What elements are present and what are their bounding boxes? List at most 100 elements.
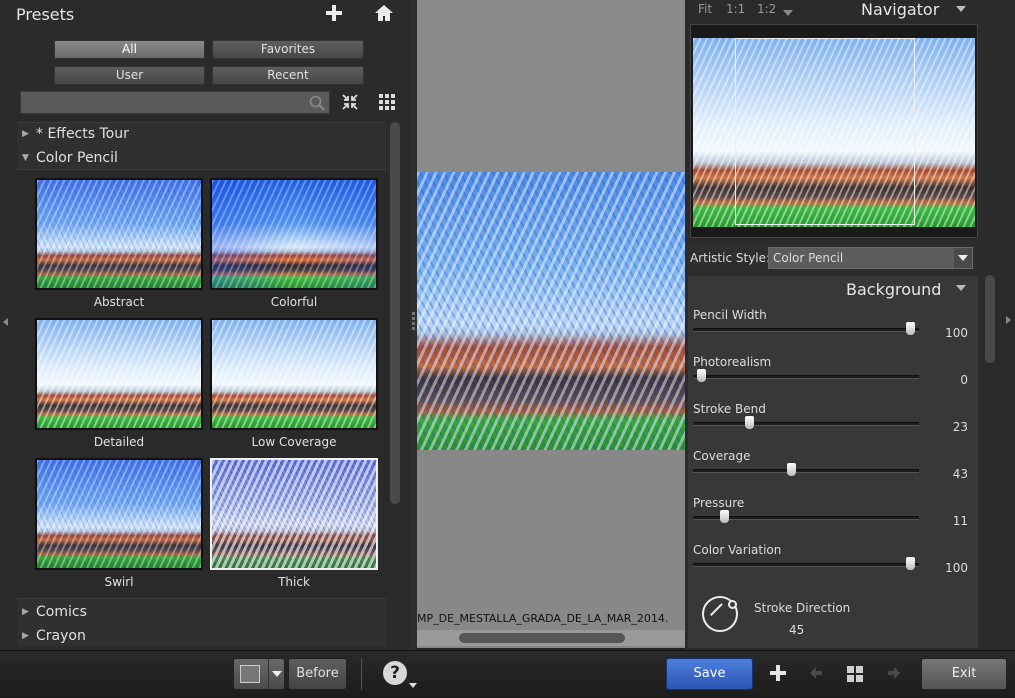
toolbar-divider	[361, 658, 362, 690]
slider-label: Pressure	[693, 496, 745, 510]
slider-track[interactable]	[693, 375, 919, 379]
expand-arrow-icon: ▶	[22, 631, 29, 641]
artistic-style-label: Artistic Style:	[690, 251, 771, 265]
slider-track[interactable]	[693, 422, 919, 426]
tree-item-label: Comics	[36, 604, 87, 620]
preset-thumb-swirl[interactable]: Swirl	[35, 458, 203, 592]
slider-stroke-bend[interactable]: Stroke Bend 23	[692, 402, 972, 448]
preset-caption: Colorful	[270, 295, 318, 309]
canvas-area: MP_DE_MESTALLA_GRADA_DE_LA_MAR_2014.	[417, 0, 685, 648]
navigator-image	[693, 38, 975, 227]
canvas-background	[417, 0, 685, 172]
expand-arrow-icon: ▶	[22, 129, 29, 139]
navigator-preview	[690, 24, 978, 238]
slider-value: 11	[952, 514, 968, 528]
presets-panel: Presets All Favorites User Recent ▶ * Ef…	[0, 0, 410, 650]
slider-label: Color Variation	[693, 543, 782, 557]
preset-thumb-abstract[interactable]: Abstract	[35, 178, 203, 312]
compare-dropdown[interactable]	[268, 659, 284, 689]
add-icon[interactable]	[768, 663, 788, 683]
tiles-icon[interactable]	[846, 665, 864, 683]
presets-scrollbar[interactable]	[388, 122, 402, 647]
zoom-1-2-button[interactable]: 1:2	[757, 2, 776, 16]
add-preset-icon[interactable]	[324, 3, 344, 23]
file-name-label: MP_DE_MESTALLA_GRADA_DE_LA_MAR_2014.	[417, 612, 669, 625]
tree-item-effects-tour[interactable]: ▶ * Effects Tour	[17, 123, 386, 145]
slider-label: Pencil Width	[693, 308, 767, 322]
preset-image	[35, 318, 203, 430]
tree-item-comics[interactable]: ▶ Comics	[17, 601, 386, 623]
navigator-view-rect[interactable]	[735, 38, 915, 225]
dial-handle[interactable]	[728, 600, 737, 609]
filter-favorites-button[interactable]: Favorites	[212, 40, 364, 59]
slider-track[interactable]	[693, 469, 919, 473]
arrow-left-icon[interactable]	[808, 665, 824, 681]
filter-recent-button[interactable]: Recent	[212, 66, 364, 85]
navigator-title: Navigator	[861, 0, 940, 19]
slider-pencil-width[interactable]: Pencil Width 100	[692, 308, 972, 354]
settings-scrollbar[interactable]	[983, 275, 997, 648]
slider-coverage[interactable]: Coverage 43	[692, 449, 972, 495]
slider-pressure[interactable]: Pressure 11	[692, 496, 972, 542]
preset-thumb-colorful[interactable]: Colorful	[210, 178, 378, 312]
params-collapse-icon[interactable]	[956, 285, 966, 291]
filter-user-button[interactable]: User	[54, 66, 205, 85]
background-params: Background Pencil Width 100 Photorealism 0 S…	[688, 276, 978, 648]
tree-item-label: Color Pencil	[36, 150, 118, 166]
arrow-right-icon[interactable]	[886, 665, 902, 681]
slider-value: 23	[952, 420, 968, 434]
canvas-horizontal-scrollbar[interactable]	[417, 630, 685, 646]
slider-label: Coverage	[693, 449, 751, 463]
preset-search-input[interactable]	[20, 91, 330, 114]
navigator-collapse-icon[interactable]	[956, 6, 966, 12]
preset-caption: Thick	[278, 575, 310, 589]
left-panel-toggle-icon[interactable]	[3, 318, 8, 326]
preset-caption: Abstract	[93, 295, 145, 309]
slider-knob[interactable]	[745, 416, 755, 429]
right-panel-toggle-icon[interactable]	[1006, 316, 1011, 324]
slider-track[interactable]	[693, 328, 919, 332]
scrollbar-thumb[interactable]	[985, 275, 995, 363]
zoom-1-1-button[interactable]: 1:1	[726, 2, 745, 16]
tree-item-crayon[interactable]: ▶ Crayon	[17, 625, 386, 647]
preset-thumb-detailed[interactable]: Detailed	[35, 318, 203, 452]
help-icon[interactable]: ?	[383, 661, 407, 685]
slider-track[interactable]	[693, 563, 919, 567]
compare-mode-button[interactable]	[233, 658, 285, 690]
collapse-all-icon[interactable]	[341, 93, 359, 111]
params-title: Background	[846, 280, 942, 299]
preset-thumb-low-coverage[interactable]: Low Coverage	[210, 318, 378, 452]
save-button[interactable]: Save	[666, 658, 753, 690]
before-button[interactable]: Before	[288, 658, 347, 690]
zoom-dropdown-icon[interactable]	[783, 10, 793, 16]
preset-caption: Low Coverage	[251, 435, 337, 449]
preview-image[interactable]	[417, 172, 685, 450]
help-dropdown-icon[interactable]	[409, 683, 417, 688]
filter-all-button[interactable]: All	[54, 40, 205, 59]
tree-item-color-pencil[interactable]: ▼ Color Pencil	[17, 147, 386, 169]
stroke-direction-value: 45	[789, 623, 805, 637]
home-icon[interactable]	[374, 4, 394, 22]
scrollbar-thumb[interactable]	[459, 633, 625, 643]
slider-knob[interactable]	[906, 322, 915, 335]
slider-value: 100	[945, 326, 968, 340]
zoom-fit-button[interactable]: Fit	[698, 2, 712, 16]
preset-thumb-thick[interactable]: Thick	[210, 458, 378, 592]
artistic-style-select[interactable]: Color Pencil	[768, 247, 973, 269]
preset-image	[210, 178, 378, 290]
exit-button[interactable]: Exit	[921, 658, 1007, 690]
slider-knob[interactable]	[697, 369, 706, 382]
slider-knob[interactable]	[786, 463, 796, 476]
slider-photorealism[interactable]: Photorealism 0	[692, 355, 972, 401]
slider-knob[interactable]	[906, 557, 915, 570]
scrollbar-thumb[interactable]	[390, 122, 400, 504]
slider-label: Photorealism	[693, 355, 772, 369]
slider-color-variation[interactable]: Color Variation 100	[692, 543, 972, 589]
single-view-icon	[240, 665, 260, 683]
bottom-toolbar: Before ? Save Exit	[0, 650, 1015, 698]
expand-arrow-icon: ▶	[22, 607, 29, 617]
app-window: Presets All Favorites User Recent ▶ * Ef…	[0, 0, 1015, 698]
panel-resize-handle[interactable]	[410, 0, 417, 650]
grid-view-icon[interactable]	[379, 94, 395, 110]
slider-knob[interactable]	[719, 510, 729, 523]
